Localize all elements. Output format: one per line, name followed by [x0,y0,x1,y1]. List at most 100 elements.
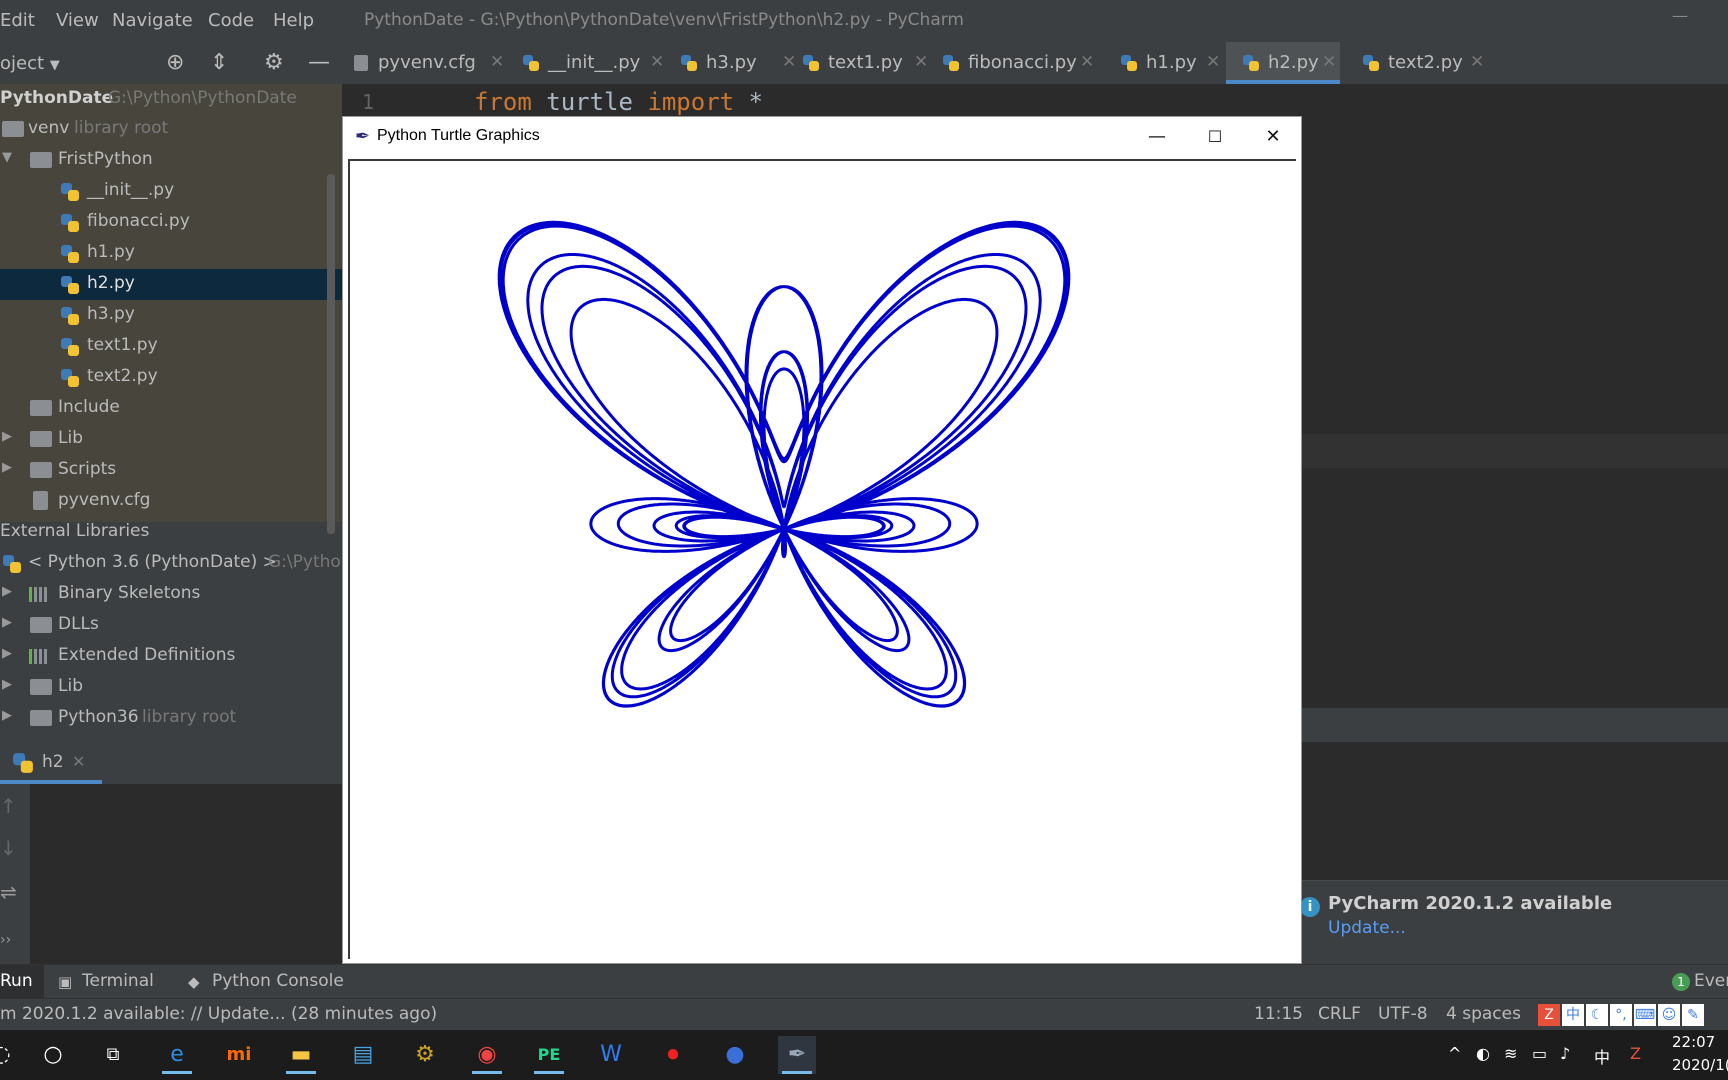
close-icon[interactable]: ✕ [1206,52,1220,72]
volume-icon[interactable]: ♪ [1560,1044,1570,1063]
tree-item-root[interactable]: PythonDate G:\Python\PythonDate [0,84,342,115]
tab-h2-py[interactable]: h2.py ✕ [1226,42,1340,84]
collapse-all-icon[interactable]: ⇕ [210,50,228,75]
status-message[interactable]: m 2020.1.2 available: // Update... (28 m… [0,1004,437,1024]
file-explorer-icon[interactable]: ▬ [282,1036,320,1074]
turtle-feather-icon[interactable]: ✒ [778,1036,816,1074]
chevron-down-icon[interactable]: ▼ [2,150,12,165]
hide-panel-icon[interactable]: — [308,50,330,75]
tab-text2-py[interactable]: text2.py ✕ [1362,42,1492,84]
tree-item-venv[interactable]: venv library root [0,114,342,145]
ime-keyboard-icon[interactable]: ⌨ [1634,1004,1656,1026]
indent-setting[interactable]: 4 spaces [1446,1004,1521,1024]
edge-icon[interactable]: e [158,1036,196,1074]
close-icon[interactable]: ✕ [1322,52,1336,72]
chevron-right-icon[interactable]: ▶ [2,584,12,599]
battery-icon[interactable]: ▭ [1532,1044,1547,1063]
globe-app-icon[interactable]: ● [716,1036,754,1074]
tree-scrollbar[interactable] [327,174,335,534]
tree-item-fristpython[interactable]: ▼ FristPython [0,145,342,176]
tree-item-python36[interactable]: ▶ Python36 library root [0,703,342,734]
tool-python-console[interactable]: Python Console [212,971,344,991]
tree-item-scripts[interactable]: ▶ Scripts [0,455,342,486]
minimize-icon[interactable]: — [1672,6,1688,25]
chevron-right-icon[interactable]: ▶ [2,677,12,692]
tray-app-icon[interactable]: ◐ [1476,1044,1490,1063]
close-icon[interactable]: ✕ [72,752,85,771]
arrow-up-icon[interactable]: ↑ [0,794,17,818]
tree-item-file[interactable]: h3.py [0,300,342,331]
run-output[interactable] [30,784,342,964]
tree-item-file[interactable]: text1.py [0,331,342,362]
locate-icon[interactable]: ⊕ [166,50,184,75]
mi-icon[interactable]: mi [220,1036,258,1074]
tool-terminal[interactable]: Terminal [82,971,154,991]
wifi-icon[interactable]: ≋ [1504,1044,1517,1063]
maximize-icon[interactable]: ☐ [1195,121,1235,153]
project-view-selector[interactable]: oject ▼ [0,53,60,74]
update-link[interactable]: Update... [1328,918,1406,938]
ime-lang-icon[interactable]: 中 [1562,1004,1584,1026]
search-icon[interactable]: ◌ [0,1036,20,1074]
ime-moon-icon[interactable]: ☾ [1586,1004,1608,1026]
tool-event-log[interactable]: Ever [1694,971,1728,991]
menu-edit[interactable]: Edit [0,10,35,31]
chevron-right-icon[interactable]: ▶ [2,429,12,444]
tab-text1-py[interactable]: text1.py ✕ [802,42,932,84]
line-separator[interactable]: CRLF [1318,1004,1361,1024]
menu-help[interactable]: Help [273,10,314,31]
tree-item-dlls[interactable]: ▶ DLLs [0,610,342,641]
tab-init-py[interactable]: __init__.py ✕ [522,42,672,84]
close-icon[interactable]: ✕ [1253,121,1293,153]
tree-item-include[interactable]: Include [0,393,342,424]
recorder-icon[interactable]: ⏺ [654,1036,692,1074]
ime-settings-icon[interactable]: ✎ [1682,1004,1704,1026]
chevron-right-icon[interactable]: ▶ [2,615,12,630]
chevron-right-icon[interactable]: ▶ [2,708,12,723]
close-icon[interactable]: ✕ [914,52,928,72]
turtle-titlebar[interactable]: ✒ Python Turtle Graphics — ☐ ✕ [343,117,1301,157]
tree-item-lib[interactable]: ▶ Lib [0,424,342,455]
contacts-icon[interactable]: ▤ [344,1036,382,1074]
caret-position[interactable]: 11:15 [1254,1004,1303,1024]
tree-item-binary-skeletons[interactable]: ▶ Binary Skeletons [0,579,342,610]
clock-time[interactable]: 22:07 [1672,1033,1715,1051]
more-icon[interactable]: ›› [0,932,11,948]
ime-indicator[interactable]: 中 [1594,1044,1610,1068]
close-icon[interactable]: ✕ [782,52,796,72]
tray-expand-icon[interactable]: ^ [1448,1044,1461,1063]
cortana-icon[interactable]: ○ [34,1036,72,1074]
tree-item-file[interactable]: fibonacci.py [0,207,342,238]
menu-code[interactable]: Code [208,10,254,31]
tab-fibonacci-py[interactable]: fibonacci.py ✕ [942,42,1102,84]
tree-item-file-selected[interactable]: h2.py [0,269,342,300]
task-view-icon[interactable]: ⧉ [94,1036,132,1074]
close-icon[interactable]: ✕ [1080,52,1094,72]
tree-item-pyvenv[interactable]: pyvenv.cfg [0,486,342,517]
tree-item-file[interactable]: h1.py [0,238,342,269]
menu-navigate[interactable]: Navigate [112,10,193,31]
soft-wrap-icon[interactable]: ⇌ [0,880,17,904]
ime-user-icon[interactable]: ☺ [1658,1004,1680,1026]
wps-icon[interactable]: W [592,1036,630,1074]
tree-item-lib-external[interactable]: ▶ Lib [0,672,342,703]
pycharm-icon[interactable]: PE [530,1036,568,1074]
close-icon[interactable]: ✕ [650,52,664,72]
settings-app-icon[interactable]: ⚙ [406,1036,444,1074]
tree-item-extended-definitions[interactable]: ▶ Extended Definitions [0,641,342,672]
tab-pyvenv-cfg[interactable]: pyvenv.cfg ✕ [352,42,504,84]
tool-run[interactable]: Run [0,971,33,991]
tree-item-external-libraries[interactable]: External Libraries [0,517,342,548]
close-icon[interactable]: ✕ [490,52,504,72]
close-icon[interactable]: ✕ [1470,52,1484,72]
ime-logo-icon[interactable]: Z [1538,1004,1560,1026]
file-encoding[interactable]: UTF-8 [1378,1004,1428,1024]
gear-icon[interactable]: ⚙ [264,50,284,75]
tree-item-file[interactable]: text2.py [0,362,342,393]
turtle-canvas[interactable] [348,159,1296,959]
chevron-right-icon[interactable]: ▶ [2,460,12,475]
chrome-icon[interactable]: ◉ [468,1036,506,1074]
tab-h3-py[interactable]: h3.py ✕ [680,42,796,84]
tree-item-file[interactable]: __init__.py [0,176,342,207]
run-tab-label[interactable]: h2 [42,752,64,772]
